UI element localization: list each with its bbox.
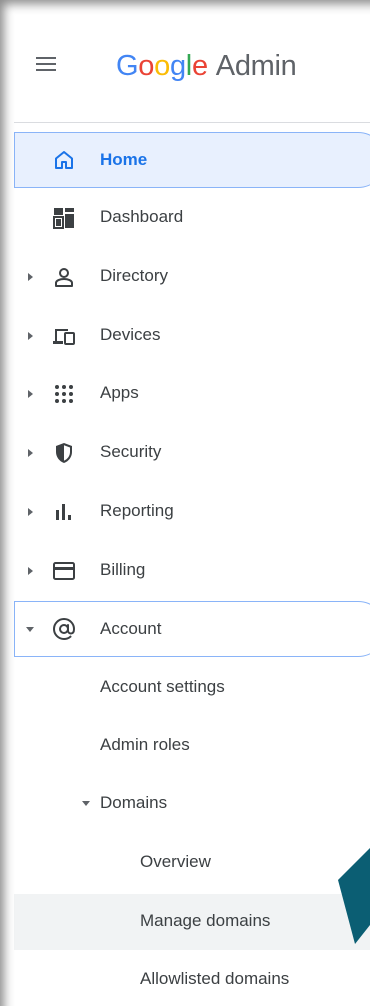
- person-icon: [55, 268, 73, 287]
- expand-caret-icon[interactable]: [28, 449, 33, 457]
- nav-item-directory[interactable]: Directory: [14, 249, 370, 305]
- nav-label-devices: Devices: [100, 325, 161, 344]
- sub-label-domains: Domains: [100, 793, 168, 812]
- nav-label-account: Account: [100, 619, 162, 638]
- product-name: Admin: [215, 50, 297, 82]
- bar-chart-icon: [56, 504, 71, 520]
- nav-item-billing[interactable]: Billing: [14, 543, 370, 599]
- logo-letter-o2: o: [154, 50, 170, 82]
- collapse-caret-icon[interactable]: [82, 801, 90, 806]
- expand-caret-icon[interactable]: [28, 508, 33, 516]
- google-admin-logo[interactable]: Google Admin: [116, 50, 297, 83]
- sub-item-account-settings[interactable]: Account settings: [14, 660, 370, 716]
- sub-label-account-settings: Account settings: [100, 677, 225, 696]
- nav-label-apps: Apps: [100, 383, 139, 402]
- logo-letter-g: G: [116, 50, 139, 82]
- app-header: Google Admin: [14, 14, 370, 122]
- sub-item-manage-domains[interactable]: Manage domains: [14, 894, 370, 950]
- credit-card-icon: [53, 562, 75, 580]
- collapse-caret-icon[interactable]: [26, 627, 34, 632]
- nav-label-directory: Directory: [100, 266, 169, 285]
- sub-item-overview[interactable]: Overview: [14, 835, 370, 891]
- sub-item-domains[interactable]: Domains: [14, 776, 370, 832]
- expand-caret-icon[interactable]: [28, 273, 33, 281]
- sub-label-overview: Overview: [140, 852, 211, 871]
- nav-label-billing: Billing: [100, 560, 146, 579]
- header-divider: [14, 122, 370, 123]
- sub-label-allowlisted-domains: Allowlisted domains: [140, 969, 290, 988]
- dashboard-icon: [53, 208, 74, 229]
- expand-caret-icon[interactable]: [28, 390, 33, 398]
- nav-item-dashboard[interactable]: Dashboard: [14, 190, 370, 246]
- logo-letter-o1: o: [138, 50, 155, 82]
- nav-item-reporting[interactable]: Reporting: [14, 484, 370, 540]
- logo-letter-e: e: [191, 50, 208, 82]
- sub-item-admin-roles[interactable]: Admin roles: [14, 718, 370, 774]
- nav-item-account[interactable]: Account: [14, 601, 370, 657]
- sub-label-manage-domains: Manage domains: [140, 911, 271, 930]
- sub-item-allowlisted-domains[interactable]: Allowlisted domains: [14, 952, 370, 1008]
- nav-label-dashboard: Dashboard: [100, 207, 184, 226]
- nav-item-apps[interactable]: Apps: [14, 366, 370, 422]
- expand-caret-icon[interactable]: [28, 567, 33, 575]
- home-icon: [55, 151, 73, 169]
- apps-grid-icon: [55, 385, 73, 403]
- shield-icon: [56, 443, 72, 463]
- nav-label-security: Security: [100, 442, 162, 461]
- devices-icon: [53, 329, 75, 345]
- sub-label-admin-roles: Admin roles: [100, 735, 190, 754]
- at-sign-icon: [52, 617, 76, 641]
- nav-label-home: Home: [100, 150, 148, 169]
- nav-item-home[interactable]: Home: [14, 132, 370, 188]
- nav-item-security[interactable]: Security: [14, 425, 370, 481]
- expand-caret-icon[interactable]: [28, 332, 33, 340]
- nav-label-reporting: Reporting: [100, 501, 174, 520]
- nav-item-devices[interactable]: Devices: [14, 308, 370, 364]
- main-menu-icon[interactable]: [36, 57, 58, 73]
- logo-letter-g2: g: [169, 50, 186, 82]
